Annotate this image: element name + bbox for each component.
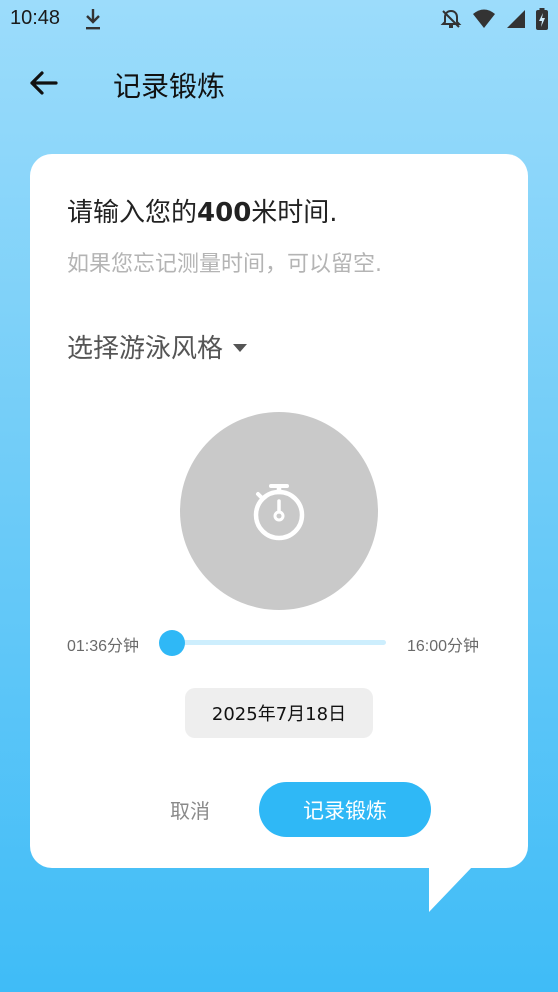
caret-down-icon — [233, 343, 248, 352]
signal-icon — [506, 9, 526, 33]
battery-charging-icon — [536, 8, 548, 34]
bell-off-icon — [440, 8, 462, 34]
status-bar: 10:48 — [0, 0, 558, 40]
arrow-left-icon — [30, 71, 58, 95]
time-prompt: 请输入您的400米时间. — [67, 192, 338, 229]
swim-style-dropdown[interactable]: 选择游泳风格 — [67, 328, 248, 365]
status-time: 10:48 — [10, 7, 61, 29]
prompt-distance: 400 — [197, 198, 252, 228]
swim-style-label: 选择游泳风格 — [67, 334, 224, 364]
cancel-button[interactable]: 取消 — [150, 784, 230, 834]
slider-min-label: 01:36分钟 — [67, 638, 140, 655]
slider-max-label: 16:00分钟 — [407, 638, 480, 655]
page-title: 记录锻炼 — [113, 70, 226, 103]
status-icons — [440, 8, 548, 34]
wifi-icon — [472, 9, 496, 33]
app-bar: 记录锻炼 — [0, 55, 558, 111]
timer-button[interactable] — [180, 412, 378, 610]
time-slider-track[interactable] — [172, 640, 386, 645]
prompt-suffix: 米时间. — [251, 198, 338, 228]
stopwatch-icon — [253, 484, 305, 541]
card-tail — [429, 866, 473, 912]
date-picker-button[interactable]: 2025年7月18日 — [185, 688, 373, 738]
time-hint: 如果您忘记测量时间，可以留空. — [67, 252, 382, 277]
record-workout-button[interactable]: 记录锻炼 — [259, 782, 431, 837]
time-slider-thumb[interactable] — [159, 630, 185, 656]
record-workout-card: 请输入您的400米时间. 如果您忘记测量时间，可以留空. 选择游泳风格 01:3… — [30, 154, 528, 868]
download-icon — [82, 6, 104, 36]
prompt-prefix: 请输入您的 — [67, 198, 198, 228]
back-button[interactable] — [26, 65, 62, 101]
